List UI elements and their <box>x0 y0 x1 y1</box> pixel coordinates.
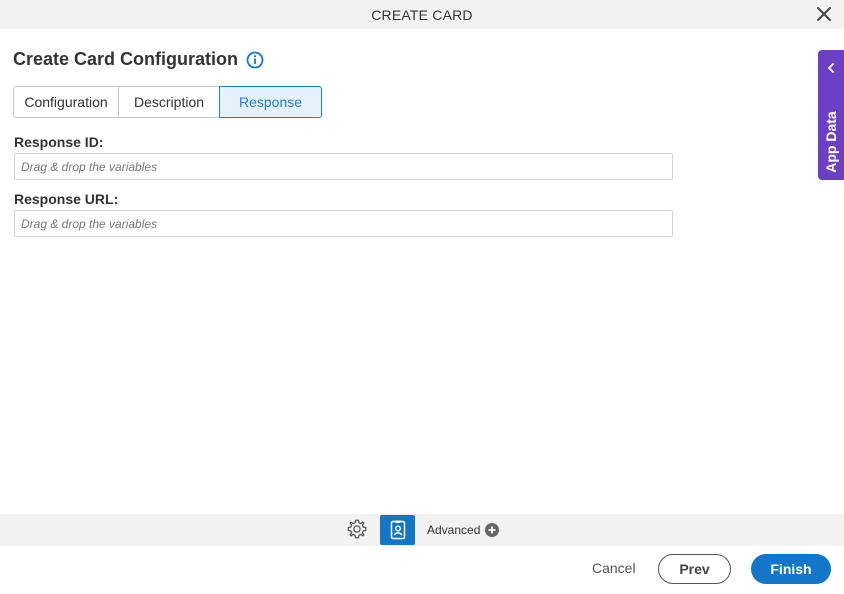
page-title: Create Card Configuration <box>13 49 239 69</box>
prev-button[interactable]: Prev <box>658 554 731 584</box>
advanced-toggle[interactable]: Advanced <box>427 523 500 537</box>
response-url-label: Response URL: <box>14 191 119 207</box>
app-data-panel-toggle[interactable]: App Data <box>818 50 844 180</box>
tab-response[interactable]: Response <box>219 86 322 118</box>
response-url-input[interactable] <box>14 210 673 237</box>
tab-description[interactable]: Description <box>118 86 220 118</box>
contact-card-icon <box>390 520 405 540</box>
tab-bar: Configuration Description Response <box>13 86 322 118</box>
cancel-button[interactable]: Cancel <box>592 560 636 576</box>
dialog-title: CREATE CARD <box>371 6 473 23</box>
tab-configuration[interactable]: Configuration <box>13 86 119 118</box>
dialog-titlebar: CREATE CARD <box>0 0 844 29</box>
close-icon[interactable] <box>814 4 834 24</box>
contact-card-button[interactable] <box>380 515 415 545</box>
response-id-input[interactable] <box>14 153 673 180</box>
finish-button[interactable]: Finish <box>751 554 831 584</box>
response-id-label: Response ID: <box>14 134 104 150</box>
gear-icon[interactable] <box>346 518 368 540</box>
chevron-left-icon <box>828 63 834 73</box>
plus-circle-icon <box>485 523 500 537</box>
advanced-label: Advanced <box>427 523 481 537</box>
app-data-label: App Data <box>823 111 839 173</box>
bottom-toolbar <box>0 514 844 546</box>
info-icon[interactable] <box>246 51 264 69</box>
page-heading: Create Card Configuration <box>13 49 264 70</box>
